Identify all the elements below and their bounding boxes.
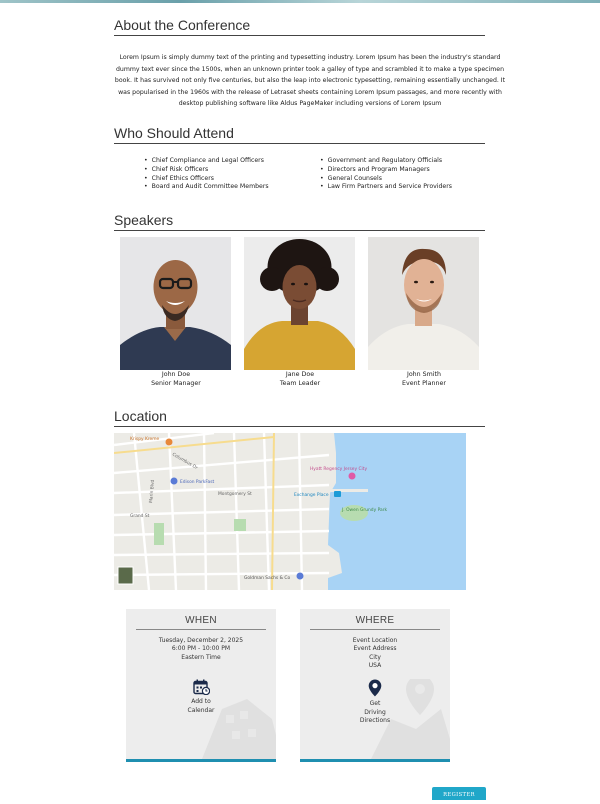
list-item: General Counsels bbox=[320, 175, 452, 184]
speaker-card: Jane Doe Team Leader bbox=[244, 237, 356, 388]
list-item: Chief Ethics Officers bbox=[144, 175, 269, 184]
event-country: USA bbox=[368, 661, 382, 669]
speaker-card: John Doe Senior Manager bbox=[120, 237, 232, 388]
speaker-photo bbox=[244, 237, 355, 370]
speakers-title: Speakers bbox=[114, 212, 485, 231]
attend-list-left: Chief Compliance and Legal Officers Chie… bbox=[144, 157, 269, 192]
location-title: Location bbox=[114, 408, 485, 427]
calendar-icon bbox=[126, 679, 276, 698]
speaker-card: John Smith Event Planner bbox=[368, 237, 480, 388]
when-card: WHEN Tuesday, December 2, 2025 6:00 PM -… bbox=[126, 609, 276, 762]
event-city: City bbox=[369, 653, 381, 661]
map-label: Grand St bbox=[130, 513, 150, 519]
action-label: Add to bbox=[191, 698, 211, 706]
when-title: WHEN bbox=[136, 615, 266, 630]
attend-title: Who Should Attend bbox=[114, 125, 485, 144]
speaker-photo bbox=[120, 237, 231, 370]
map-label: Krispy Kreme bbox=[130, 436, 160, 442]
register-button[interactable]: REGISTER bbox=[432, 787, 486, 800]
attend-list-right: Government and Regulatory Officials Dire… bbox=[320, 157, 452, 192]
where-card: WHERE Event Location Event Address City … bbox=[300, 609, 450, 762]
action-label: Directions bbox=[359, 716, 391, 724]
speaker-name: Jane Doe bbox=[285, 371, 315, 378]
add-to-calendar-link[interactable]: Add to Calendar bbox=[126, 679, 276, 715]
speaker-photo bbox=[368, 237, 479, 370]
map-label: Montgomery St bbox=[218, 491, 252, 497]
speaker-name: John Doe bbox=[161, 371, 191, 378]
map-label: Edison ParkFast bbox=[180, 479, 215, 485]
speaker-role: Senior Manager bbox=[151, 379, 201, 387]
map-label: Exchange Place bbox=[294, 492, 329, 498]
action-label: Driving bbox=[364, 708, 386, 716]
event-location: Event Location bbox=[352, 637, 398, 644]
list-item: Law Firm Partners and Service Providers bbox=[320, 183, 452, 192]
list-item: Directors and Program Managers bbox=[320, 166, 452, 175]
list-item: Chief Compliance and Legal Officers bbox=[144, 157, 269, 166]
action-label: Get bbox=[369, 700, 381, 708]
map-label: J. Owen Grundy Park bbox=[341, 507, 388, 513]
event-address: Event Address bbox=[353, 645, 397, 653]
event-date: Tuesday, December 2, 2025 bbox=[158, 637, 244, 644]
map-label: Goldman Sachs & Co bbox=[244, 575, 290, 581]
event-timezone: Eastern Time bbox=[181, 653, 221, 661]
header-banner-strip bbox=[0, 0, 600, 3]
location-map[interactable]: Krispy Kreme Edison ParkFast Hyatt Regen… bbox=[114, 433, 466, 590]
list-item: Chief Risk Officers bbox=[144, 166, 269, 175]
map-pin-icon bbox=[300, 679, 450, 700]
list-item: Board and Audit Committee Members bbox=[144, 183, 269, 192]
speaker-role: Event Planner bbox=[402, 379, 446, 387]
list-item: Government and Regulatory Officials bbox=[320, 157, 452, 166]
speaker-role: Team Leader bbox=[279, 379, 321, 387]
about-title: About the Conference bbox=[114, 17, 485, 36]
action-label: Calendar bbox=[187, 706, 215, 714]
get-directions-link[interactable]: Get Driving Directions bbox=[300, 679, 450, 725]
where-title: WHERE bbox=[310, 615, 440, 630]
map-label: Hyatt Regency Jersey City bbox=[310, 466, 367, 472]
speaker-name: John Smith bbox=[406, 371, 442, 378]
about-paragraph: Lorem Ipsum is simply dummy text of the … bbox=[114, 54, 506, 107]
event-time: 6:00 PM - 10:00 PM bbox=[171, 645, 231, 653]
